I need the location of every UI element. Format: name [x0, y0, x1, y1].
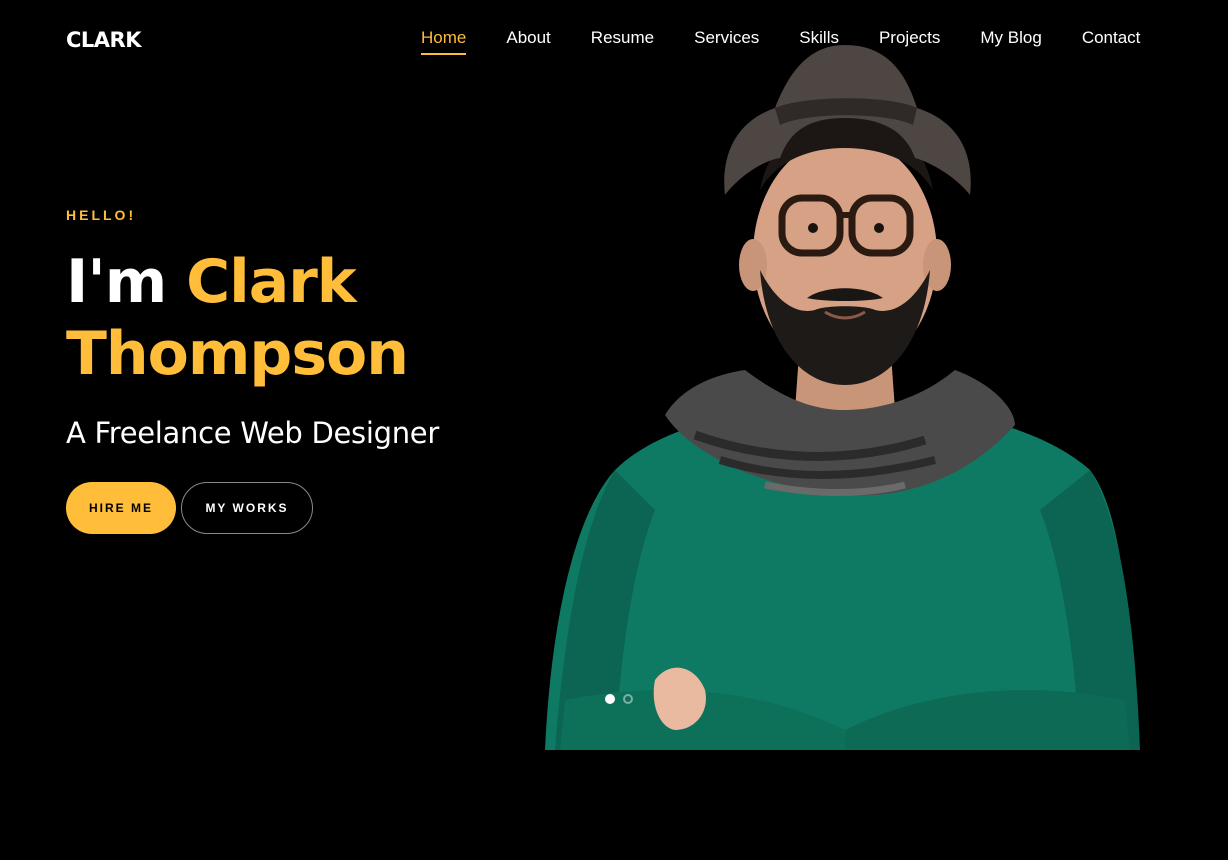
- my-works-button[interactable]: MY WORKS: [181, 482, 313, 534]
- slider-dot-1[interactable]: [605, 694, 615, 704]
- portrait-photo: [545, 45, 1140, 750]
- slider-dot-2[interactable]: [623, 694, 633, 704]
- nav-home[interactable]: Home: [421, 28, 467, 55]
- headline-intro: I'm: [66, 247, 167, 317]
- hello-label: HELLO!: [66, 207, 137, 223]
- slider-dots: [605, 694, 633, 704]
- hero-subtitle: A Freelance Web Designer: [66, 416, 439, 450]
- logo[interactable]: CLARK: [66, 28, 142, 52]
- headline-last-name: Thompson: [66, 319, 409, 389]
- hire-me-button[interactable]: HIRE ME: [66, 482, 176, 534]
- headline-first-name: Clark: [186, 247, 357, 317]
- hero-headline: I'm Clark Thompson: [66, 246, 409, 390]
